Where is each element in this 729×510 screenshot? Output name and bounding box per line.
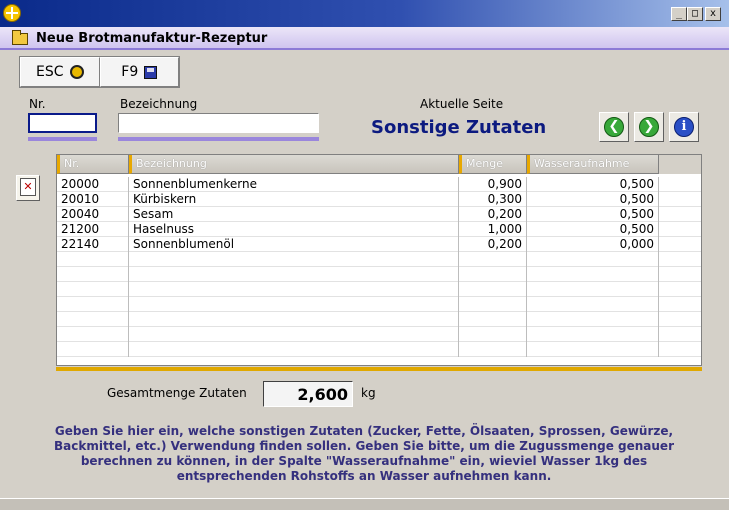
delete-row-button[interactable]: ✕ [16,175,40,201]
cell-bezeichnung: Sonnenblumenöl [129,237,459,252]
form-title: Neue Brotmanufaktur-Rezeptur [36,31,268,46]
page-title: Sonstige Zutaten [371,117,547,138]
grid-header: Nr. Bezeichnung Menge Wasseraufnahme [57,155,701,174]
nr-label: Nr. [29,97,46,111]
window-controls: _ □ x [671,7,721,21]
cell-nr: 21200 [57,222,129,237]
empty-row[interactable] [57,312,701,327]
minimize-button[interactable]: _ [671,7,687,21]
delete-row-icon: ✕ [20,178,36,196]
empty-row[interactable] [57,252,701,267]
empty-row[interactable] [57,267,701,282]
total-label: Gesamtmenge Zutaten [107,386,247,400]
ingredients-grid[interactable]: Nr. Bezeichnung Menge Wasseraufnahme 200… [56,154,702,366]
cell-nr: 20040 [57,207,129,222]
esc-button[interactable]: ESC [20,57,100,87]
cell-bezeichnung: Sonnenblumenkerne [129,177,459,192]
info-line: Backmittel, etc.) Verwendung finden soll… [54,439,674,453]
window-titlebar: _ □ x [0,0,729,27]
current-page-label: Aktuelle Seite [420,97,504,111]
cell-wasseraufnahme: 0,500 [527,207,659,222]
form-titlebar: Neue Brotmanufaktur-Rezeptur [0,27,729,50]
info-line: berechnen zu können, in der Spalte "Wass… [80,454,648,468]
status-bar [0,498,729,510]
f9-label: F9 [121,64,139,80]
table-row[interactable]: 20010 Kürbiskern 0,300 0,500 [57,192,701,207]
empty-row[interactable] [57,342,701,357]
cell-wasseraufnahme: 0,500 [527,177,659,192]
table-row[interactable]: 22140 Sonnenblumenöl 0,200 0,000 [57,237,701,252]
grid-divider [56,367,702,371]
info-line: Geben Sie hier ein, welche sonstigen Zut… [54,424,674,438]
bezeichnung-underline [118,137,319,141]
cell-wasseraufnahme: 0,500 [527,192,659,207]
column-header-nr[interactable]: Nr. [57,155,129,174]
exit-icon [69,65,84,79]
app-icon [3,4,21,22]
cell-wasseraufnahme: 0,500 [527,222,659,237]
cell-menge: 0,200 [459,207,527,222]
cell-bezeichnung: Kürbiskern [129,192,459,207]
table-row[interactable]: 21200 Haselnuss 1,000 0,500 [57,222,701,237]
folder-icon [12,30,28,45]
column-header-wasseraufnahme[interactable]: Wasseraufnahme [527,155,659,174]
cell-menge: 0,300 [459,192,527,207]
cell-menge: 0,900 [459,177,527,192]
cell-nr: 20000 [57,177,129,192]
empty-row[interactable] [57,297,701,312]
empty-row[interactable] [57,327,701,342]
cell-bezeichnung: Sesam [129,207,459,222]
info-line: entsprechenden Rohstoffs an Wasser aufne… [176,469,552,483]
bezeichnung-input[interactable] [118,113,319,133]
info-button[interactable]: i [669,112,699,142]
column-header-bezeichnung[interactable]: Bezeichnung [129,155,459,174]
next-page-button[interactable]: ❯ [634,112,664,142]
total-value: 2,600 [263,381,353,407]
save-button[interactable]: F9 [99,57,179,87]
nr-input[interactable] [28,113,97,133]
cell-nr: 20010 [57,192,129,207]
bezeichnung-label: Bezeichnung [120,97,198,111]
table-row[interactable]: 20000 Sonnenblumenkerne 0,900 0,500 [57,177,701,192]
cell-nr: 22140 [57,237,129,252]
nr-underline [28,137,97,141]
column-header-menge[interactable]: Menge [459,155,527,174]
cell-menge: 0,200 [459,237,527,252]
disk-icon [144,65,158,79]
maximize-button[interactable]: □ [687,7,703,21]
empty-row[interactable] [57,282,701,297]
previous-page-button[interactable]: ❮ [599,112,629,142]
table-row[interactable]: 20040 Sesam 0,200 0,500 [57,207,701,222]
cell-bezeichnung: Haselnuss [129,222,459,237]
close-button[interactable]: x [705,7,721,21]
esc-label: ESC [35,64,64,80]
cell-menge: 1,000 [459,222,527,237]
total-unit: kg [361,386,376,400]
cell-wasseraufnahme: 0,000 [527,237,659,252]
toolbar: ESC F9 [19,56,180,88]
info-text: Geben Sie hier ein, welche sonstigen Zut… [40,424,688,484]
